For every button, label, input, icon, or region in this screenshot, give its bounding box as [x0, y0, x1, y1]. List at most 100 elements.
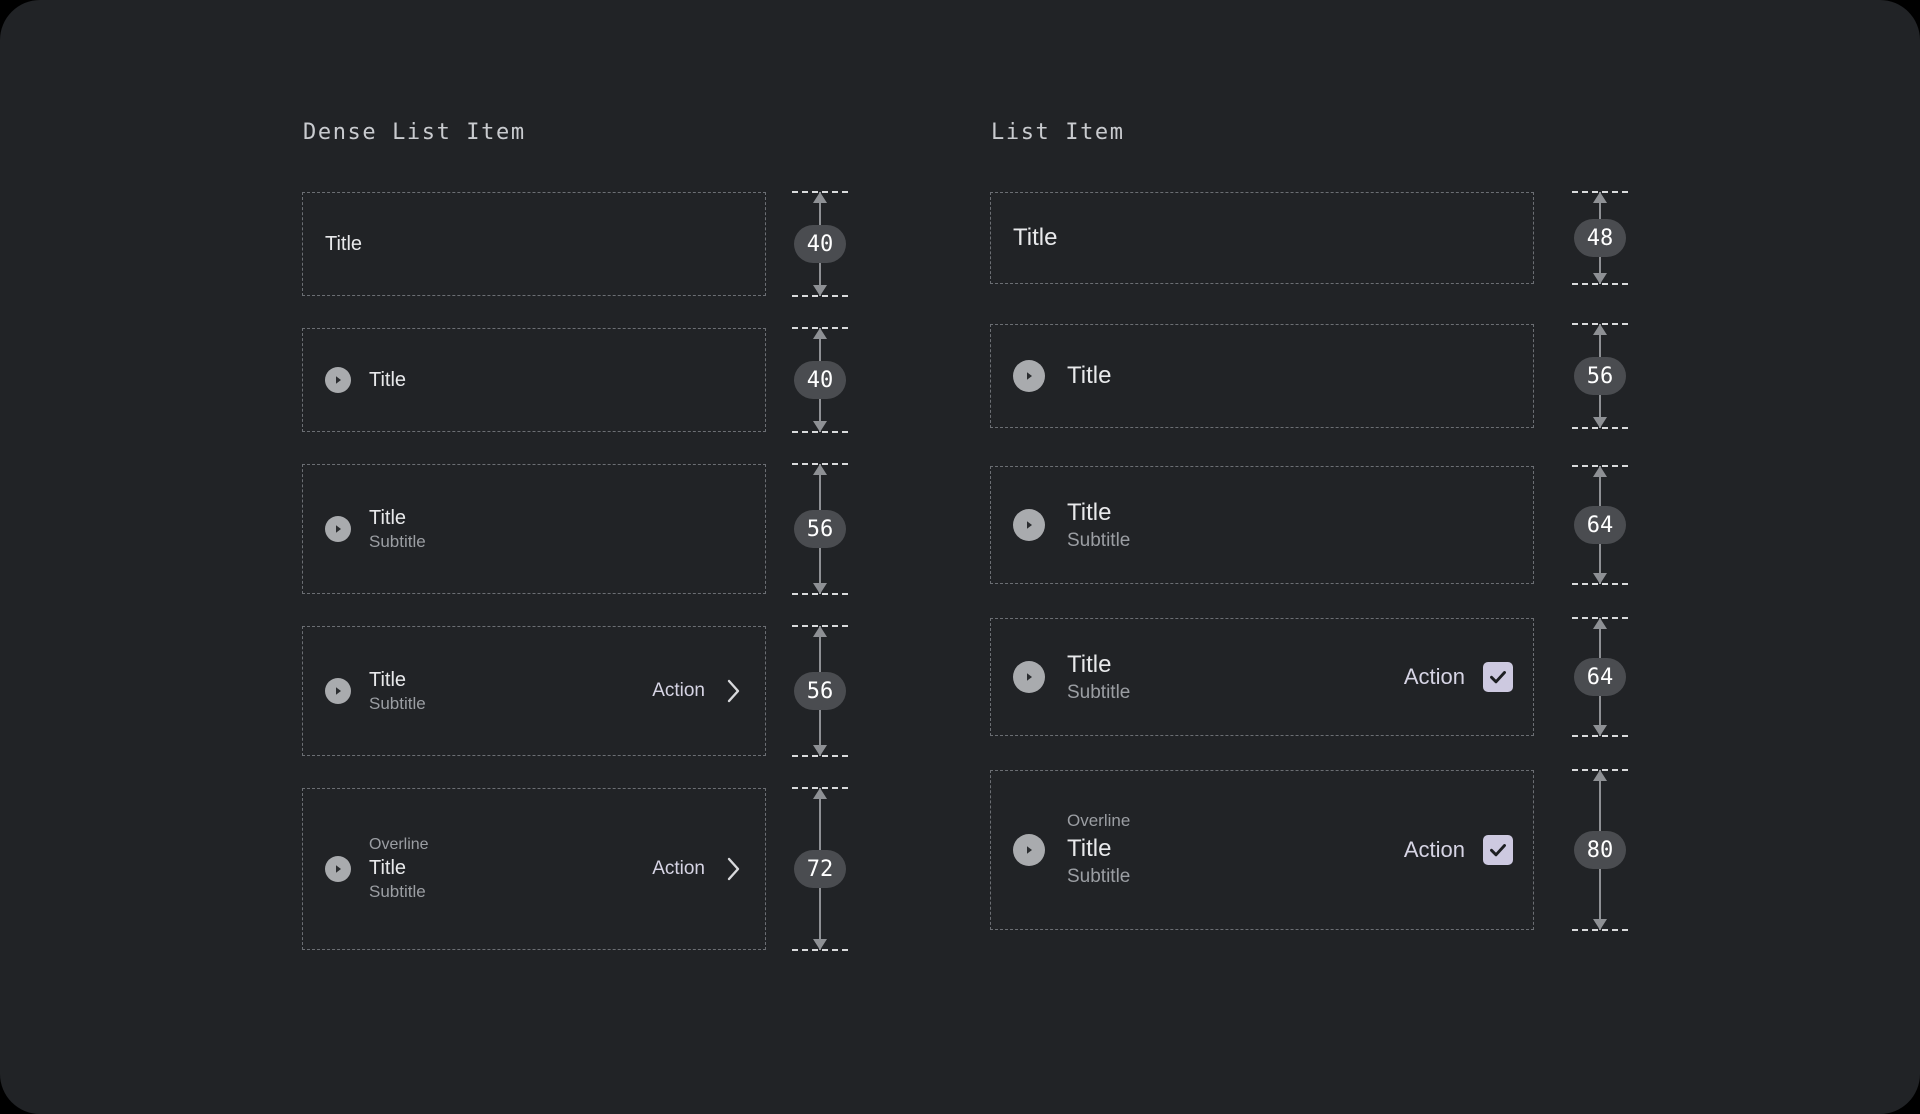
dimension-badge: 64 [1574, 506, 1626, 544]
subtitle-text: Subtitle [369, 882, 426, 902]
checkbox-checked-icon[interactable] [1483, 835, 1513, 865]
overline-text: Overline [1067, 811, 1131, 831]
avatar [325, 367, 351, 393]
subtitle-text: Subtitle [1067, 866, 1131, 888]
checkbox-checked-icon[interactable] [1483, 662, 1513, 692]
dimension-indicator: 56 [792, 625, 848, 757]
title-text: Title [369, 857, 407, 880]
action-label[interactable]: Action [1404, 664, 1465, 690]
avatar [325, 856, 351, 882]
dimension-badge: 64 [1574, 658, 1626, 696]
dimension-indicator: 56 [792, 463, 848, 595]
page-panel: Dense List Item Title 40 Title 40 Title Subtit… [0, 0, 1920, 1114]
dense-row-avatar-title[interactable]: Title [302, 328, 766, 432]
measure-row: Title 40 [302, 191, 862, 297]
subtitle-text: Subtitle [1067, 529, 1131, 551]
dense-row-overline-title-subtitle-action[interactable]: Overline Title Subtitle Action [302, 788, 766, 950]
row-avatar-title-subtitle-action[interactable]: Title Subtitle Action [990, 618, 1534, 736]
subtitle-text: Subtitle [369, 693, 426, 713]
title-text: Title [369, 369, 407, 391]
dimension-badge: 40 [794, 361, 846, 399]
dimension-indicator: 72 [792, 787, 848, 951]
measure-row: Overline Title Subtitle Action 72 [302, 787, 862, 951]
text-block: Title Subtitle [1067, 497, 1513, 554]
dimension-indicator: 80 [1572, 769, 1628, 931]
measure-row: Title 48 [990, 191, 1650, 285]
measure-row: Title Subtitle 56 [302, 463, 862, 595]
play-triangle-icon [1027, 372, 1032, 380]
chevron-right-icon[interactable] [723, 676, 745, 706]
title-text: Title [1067, 498, 1112, 526]
dimension-badge: 80 [1574, 831, 1626, 869]
dimension-badge: 56 [794, 510, 846, 548]
avatar [1013, 834, 1045, 866]
dimension-badge: 56 [794, 672, 846, 710]
play-triangle-icon [336, 376, 341, 384]
action-label[interactable]: Action [652, 680, 705, 702]
measure-row: Title Subtitle 64 [990, 465, 1650, 585]
dimension-indicator: 56 [1572, 323, 1628, 429]
trailing-action[interactable]: Action [652, 676, 745, 706]
row-avatar-title[interactable]: Title [990, 324, 1534, 428]
dimension-badge: 72 [794, 850, 846, 888]
text-block: Overline Title Subtitle [369, 834, 652, 905]
title-text: Title [1067, 362, 1112, 390]
avatar [1013, 661, 1045, 693]
title-text: Title [1013, 224, 1058, 252]
play-triangle-icon [336, 687, 341, 695]
action-icon-slot[interactable] [723, 854, 745, 884]
dimension-indicator: 64 [1572, 617, 1628, 737]
avatar [325, 516, 351, 542]
avatar [1013, 509, 1045, 541]
text-block: Title Subtitle [1067, 649, 1404, 706]
overline-text: Overline [369, 835, 429, 853]
text-block: Title [1067, 360, 1513, 391]
chevron-right-icon[interactable] [723, 854, 745, 884]
trailing-action[interactable]: Action [1404, 835, 1513, 865]
text-block: Title [369, 367, 745, 393]
play-triangle-icon [1027, 521, 1032, 529]
column-heading: Dense List Item [303, 120, 526, 145]
row-overline-title-subtitle-action[interactable]: Overline Title Subtitle Action [990, 770, 1534, 930]
measure-row: Title Subtitle Action 56 [302, 625, 862, 757]
dimension-indicator: 40 [792, 191, 848, 297]
dimension-badge: 40 [794, 225, 846, 263]
dimension-indicator: 48 [1572, 191, 1628, 285]
title-text: Title [1067, 835, 1112, 863]
row-avatar-title-subtitle[interactable]: Title Subtitle [990, 466, 1534, 584]
play-triangle-icon [1027, 673, 1032, 681]
title-text: Title [369, 668, 407, 691]
action-icon-slot[interactable] [1483, 662, 1513, 692]
dimension-indicator: 40 [792, 327, 848, 433]
measure-row: Overline Title Subtitle Action 80 [990, 769, 1650, 931]
action-icon-slot[interactable] [723, 676, 745, 706]
text-block: Title Subtitle [369, 505, 745, 554]
trailing-action[interactable]: Action [1404, 662, 1513, 692]
dense-row-avatar-title-subtitle-action[interactable]: Title Subtitle Action [302, 626, 766, 756]
measure-row: Title Subtitle Action 64 [990, 617, 1650, 737]
subtitle-text: Subtitle [369, 531, 426, 551]
play-triangle-icon [1027, 846, 1032, 854]
text-block: Title Subtitle [369, 667, 652, 716]
play-triangle-icon [336, 865, 341, 873]
avatar [1013, 360, 1045, 392]
play-triangle-icon [336, 525, 341, 533]
avatar [325, 678, 351, 704]
dimension-badge: 48 [1574, 219, 1626, 257]
action-icon-slot[interactable] [1483, 835, 1513, 865]
row-title-only[interactable]: Title [990, 192, 1534, 284]
dimension-badge: 56 [1574, 357, 1626, 395]
action-label[interactable]: Action [652, 858, 705, 880]
dimension-indicator: 64 [1572, 465, 1628, 585]
measure-row: Title 56 [990, 323, 1650, 429]
text-block: Title [325, 231, 745, 257]
trailing-action[interactable]: Action [652, 854, 745, 884]
subtitle-text: Subtitle [1067, 681, 1131, 703]
title-text: Title [1067, 650, 1112, 678]
columns-container: Dense List Item Title 40 Title 40 Title Subtit… [0, 0, 1920, 1114]
dense-row-title-only[interactable]: Title [302, 192, 766, 296]
dense-row-avatar-title-subtitle[interactable]: Title Subtitle [302, 464, 766, 594]
title-text: Title [325, 233, 363, 255]
title-text: Title [369, 506, 407, 529]
action-label[interactable]: Action [1404, 837, 1465, 863]
